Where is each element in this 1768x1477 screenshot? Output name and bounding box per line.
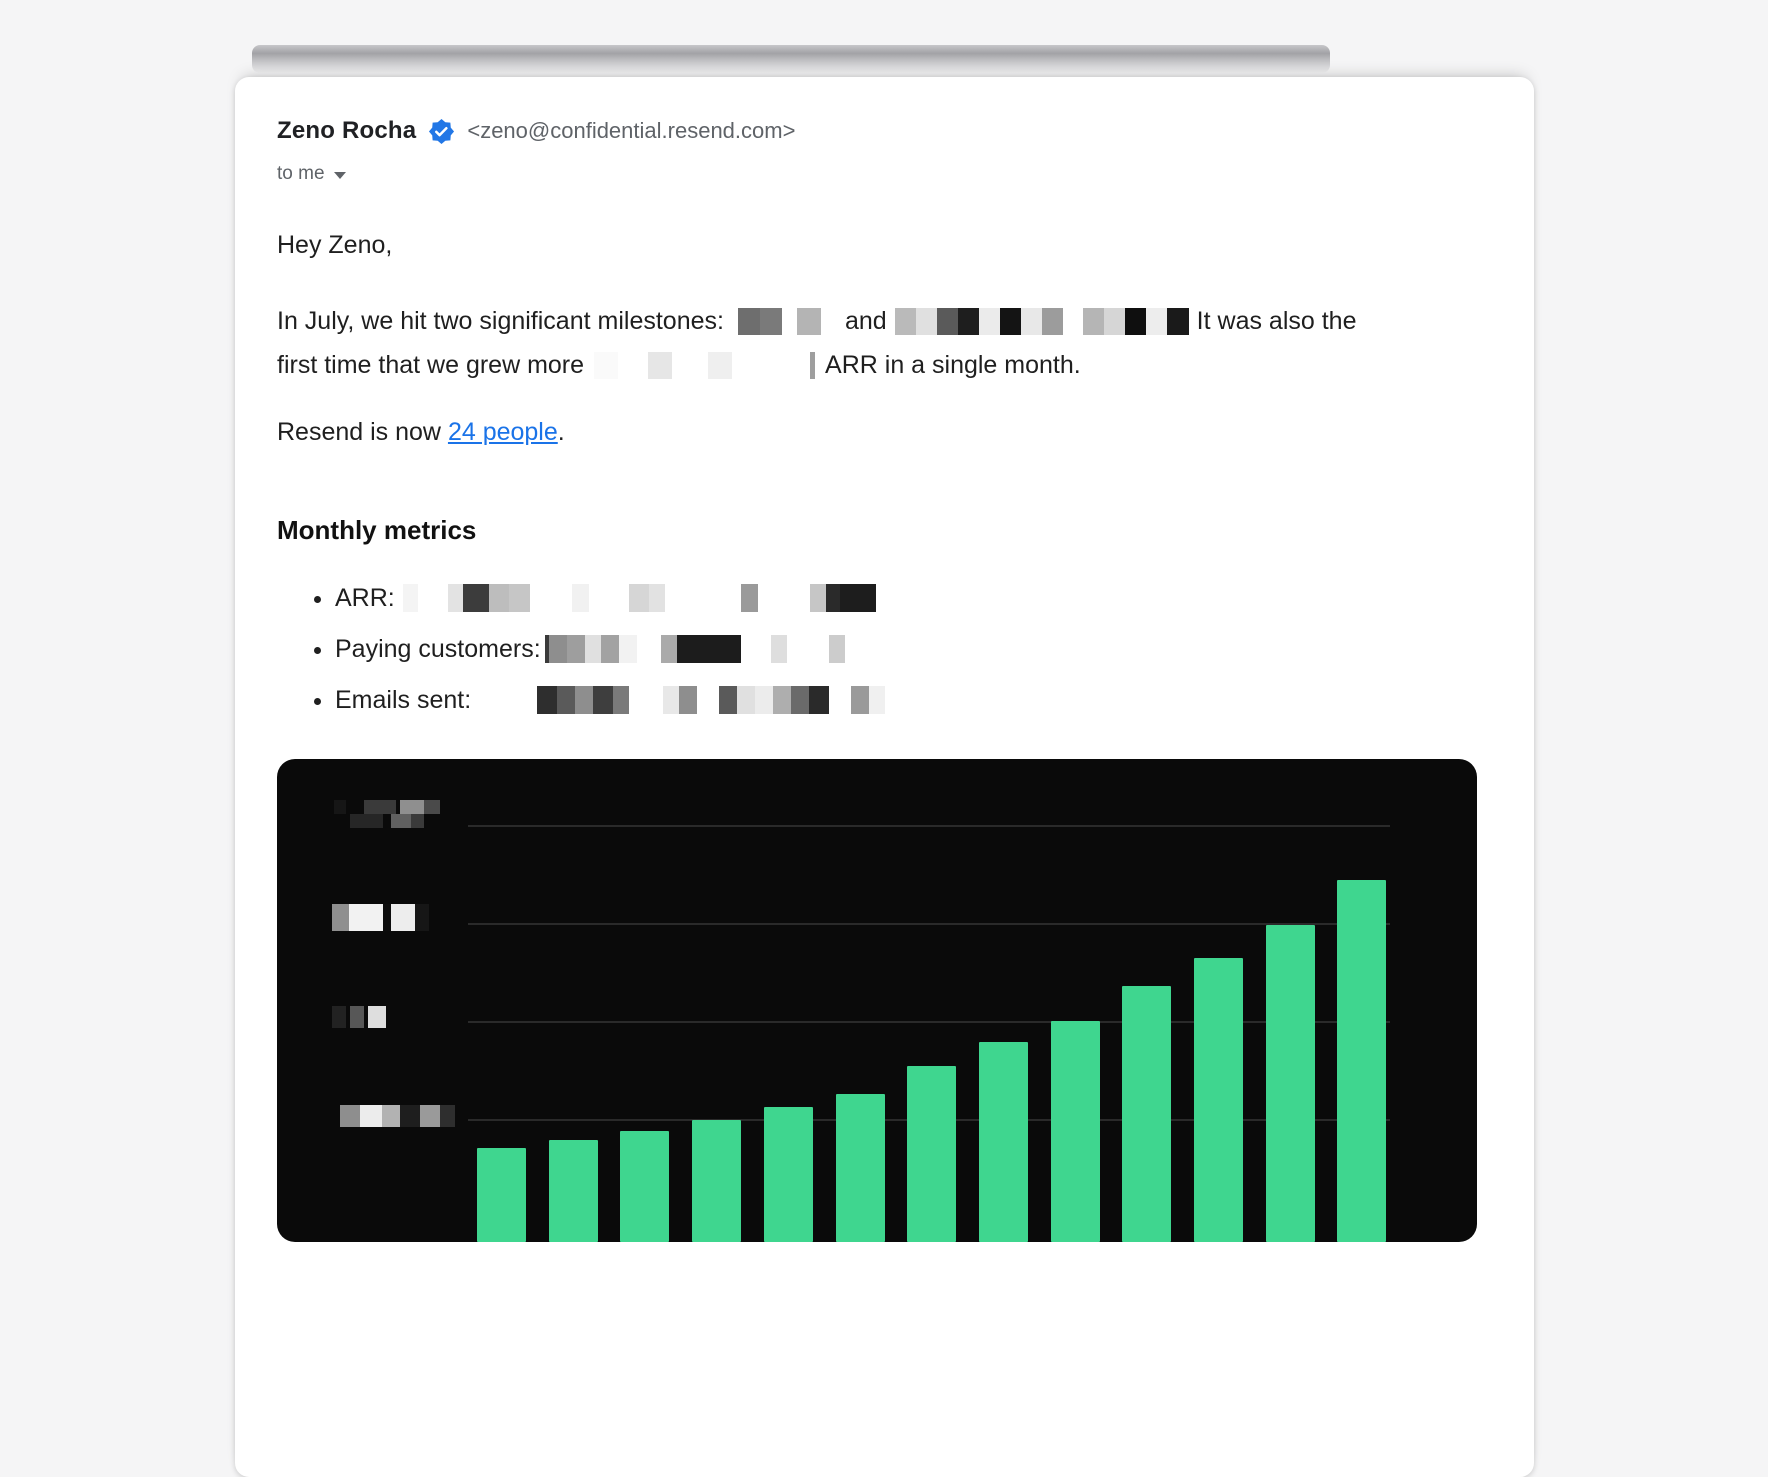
redacted-text xyxy=(403,584,876,612)
sender-name: Zeno Rocha xyxy=(277,117,416,145)
metrics-list: ARR: Paying customers: Emails sent: xyxy=(277,581,885,734)
recipient-label: to me xyxy=(277,163,325,185)
redacted-axis-label xyxy=(340,1105,455,1127)
redacted-text xyxy=(475,686,885,714)
email-client-page: { "page": { "bg": "#f5f5f6" }, "colors":… xyxy=(0,0,1768,1160)
chart-bar xyxy=(549,1140,598,1242)
sender-email: <zeno@confidential.resend.com> xyxy=(467,118,795,144)
metrics-heading: Monthly metrics xyxy=(277,515,476,545)
redacted-text xyxy=(738,308,821,335)
verified-badge-icon xyxy=(428,118,455,145)
paragraph-line: first time that we grew moreARR in a sin… xyxy=(277,343,1356,387)
list-item: Emails sent: xyxy=(335,683,885,717)
chart-bar xyxy=(1051,1021,1100,1242)
chart-gridline xyxy=(468,825,1390,827)
redacted-text xyxy=(545,635,845,663)
chart-bar xyxy=(1266,925,1315,1242)
redacted-text xyxy=(895,308,1189,335)
metrics-chart xyxy=(277,759,1477,1242)
chart-bar xyxy=(1122,986,1171,1242)
chart-gridline xyxy=(468,923,1390,925)
redacted-text xyxy=(594,352,815,379)
redacted-axis-label xyxy=(332,1006,386,1028)
list-item: Paying customers: xyxy=(335,632,885,666)
chart-bar xyxy=(979,1042,1028,1242)
email-card: Zeno Rocha <zeno@confidential.resend.com… xyxy=(235,77,1534,1477)
milestones-paragraph: In July, we hit two significant mileston… xyxy=(277,299,1356,387)
redacted-axis-label xyxy=(334,800,440,828)
chart-bar xyxy=(1194,958,1243,1242)
chart-bar xyxy=(620,1131,669,1242)
greeting-text: Hey Zeno, xyxy=(277,230,392,260)
paragraph-line: In July, we hit two significant mileston… xyxy=(277,299,1356,343)
chevron-down-icon xyxy=(334,172,346,179)
team-size-paragraph: Resend is now 24 people. xyxy=(277,417,565,447)
chart-bar xyxy=(907,1066,956,1242)
chart-bar xyxy=(836,1094,885,1242)
email-header: Zeno Rocha <zeno@confidential.resend.com… xyxy=(277,117,795,145)
list-item: ARR: xyxy=(335,581,885,615)
redacted-axis-label xyxy=(332,904,429,931)
chart-bar xyxy=(764,1107,813,1242)
people-count-link[interactable]: 24 people xyxy=(448,418,558,446)
collapsed-email-edge[interactable] xyxy=(252,45,1330,73)
chart-bar xyxy=(692,1120,741,1242)
chart-bar xyxy=(477,1148,526,1242)
chart-gridline xyxy=(468,1021,1390,1023)
recipient-details-toggle[interactable]: to me xyxy=(277,163,346,185)
chart-bar xyxy=(1337,880,1386,1242)
